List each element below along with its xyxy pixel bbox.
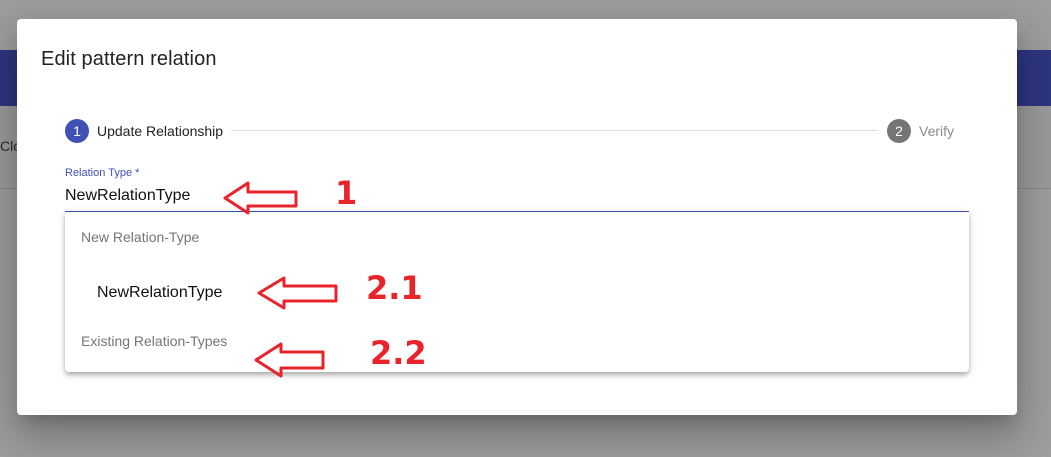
annotation-label-2-2: 2.2 <box>370 334 427 372</box>
annotation-arrow-1 <box>223 181 298 215</box>
stepper-connector <box>231 130 878 131</box>
group-label-new: New Relation-Type <box>81 229 200 245</box>
annotation-label-1: 1 <box>335 174 358 212</box>
step-1-number[interactable]: 1 <box>65 119 89 143</box>
annotation-arrow-2-2 <box>254 342 325 378</box>
step-1-label[interactable]: Update Relationship <box>97 123 223 139</box>
step-2-label[interactable]: Verify <box>919 123 954 139</box>
group-label-existing: Existing Relation-Types <box>81 333 228 349</box>
relation-type-input[interactable] <box>65 185 969 207</box>
annotation-label-2-1: 2.1 <box>366 269 423 307</box>
edit-relation-dialog: Edit pattern relation 1 Update Relations… <box>17 19 1017 415</box>
step-2-number[interactable]: 2 <box>887 119 911 143</box>
annotation-arrow-2-1 <box>257 276 338 310</box>
relation-type-label-text: Relation Type <box>65 167 133 179</box>
dialog-title: Edit pattern relation <box>41 48 217 70</box>
autocomplete-panel: New Relation-Type NewRelationType Existi… <box>65 212 969 372</box>
relation-type-label: Relation Type * <box>65 167 139 179</box>
required-marker: * <box>135 167 140 179</box>
autocomplete-option[interactable]: NewRelationType <box>97 284 222 302</box>
